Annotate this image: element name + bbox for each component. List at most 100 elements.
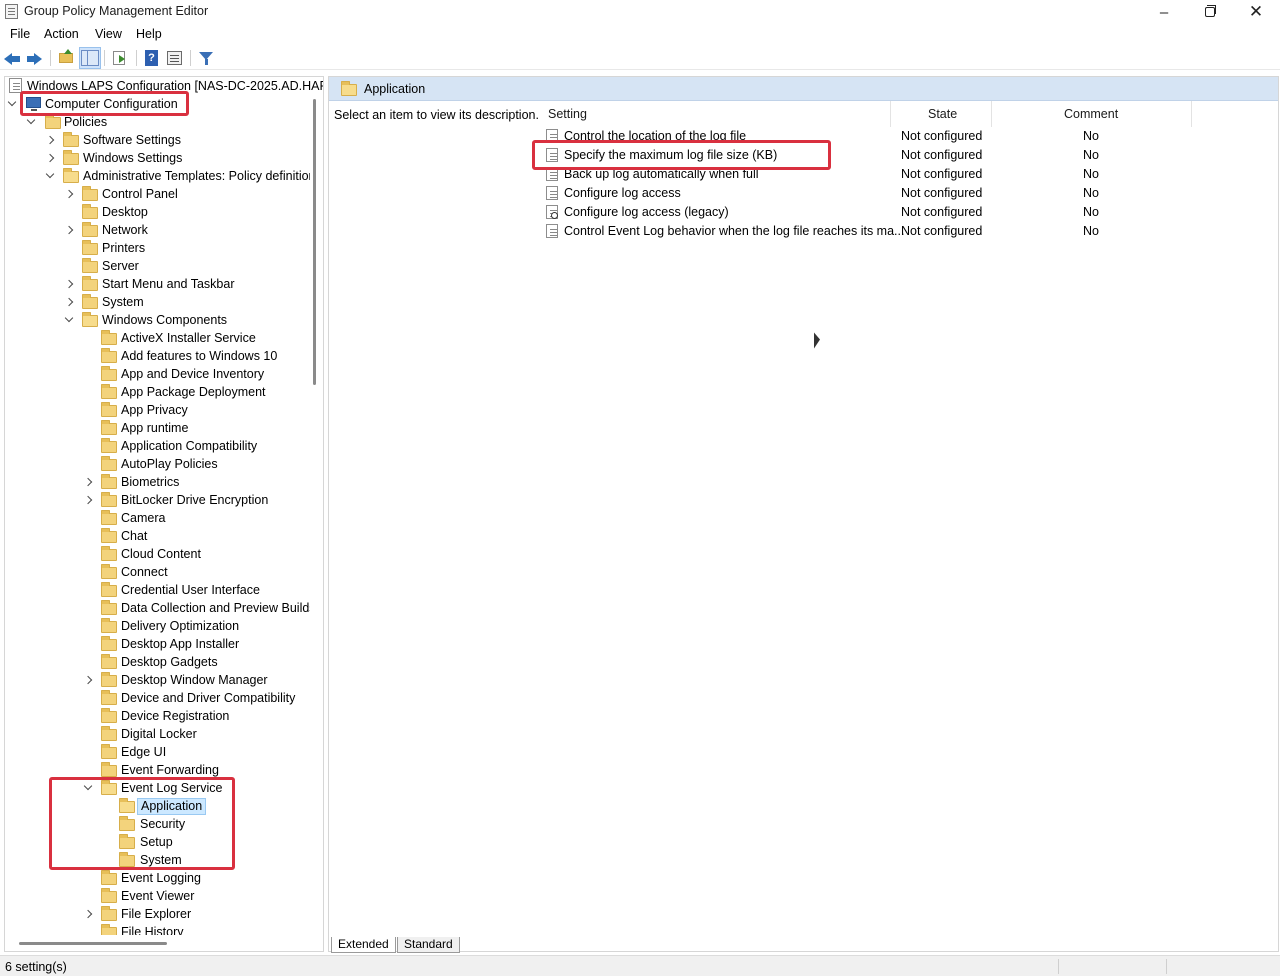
tree-item-app-privacy[interactable]: App Privacy — [5, 401, 305, 419]
properties-button[interactable] — [165, 48, 185, 68]
tree-item-app-and-device-inventory[interactable]: App and Device Inventory — [5, 365, 305, 383]
setting-row[interactable]: Configure log access Not configured No — [542, 184, 1242, 203]
tree-item-device-and-driver-compatibility[interactable]: Device and Driver Compatibility — [5, 689, 305, 707]
policy-setting-icon — [546, 148, 558, 162]
tree-item-desktop-window-manager[interactable]: Desktop Window Manager — [5, 671, 305, 689]
tree-item-event-logging[interactable]: Event Logging — [5, 869, 305, 887]
tree-item-windows-components[interactable]: Windows Components — [5, 311, 305, 329]
tree-item-server[interactable]: Server — [5, 257, 305, 275]
back-button[interactable] — [4, 48, 24, 68]
chevron-right-icon[interactable] — [64, 279, 74, 289]
tree-item-biometrics[interactable]: Biometrics — [5, 473, 305, 491]
setting-row[interactable]: Configure log access (legacy) Not config… — [542, 203, 1242, 222]
tree-item-edge-ui[interactable]: Edge UI — [5, 743, 305, 761]
chevron-right-icon[interactable] — [45, 153, 55, 163]
tree-item-software-settings[interactable]: Software Settings — [5, 131, 305, 149]
help-button[interactable]: ? — [142, 48, 162, 68]
folder-icon — [101, 384, 117, 399]
tree-item-add-features-to-windows-10[interactable]: Add features to Windows 10 — [5, 347, 305, 365]
tree-item-desktop-gadgets[interactable]: Desktop Gadgets — [5, 653, 305, 671]
tree-item-policies[interactable]: Policies — [5, 113, 305, 131]
tree-item-security[interactable]: Security — [5, 815, 305, 833]
tree-item-cloud-content[interactable]: Cloud Content — [5, 545, 305, 563]
tree-item-data-collection-and-preview-builds[interactable]: Data Collection and Preview Builds — [5, 599, 310, 617]
tree-item-credential-user-interface[interactable]: Credential User Interface — [5, 581, 305, 599]
chevron-right-icon[interactable] — [64, 189, 74, 199]
tree-item-app-runtime[interactable]: App runtime — [5, 419, 305, 437]
tree-vertical-scrollbar[interactable] — [313, 99, 316, 385]
tree-item-digital-locker[interactable]: Digital Locker — [5, 725, 305, 743]
folder-open-icon — [119, 798, 135, 813]
show-hide-tree-button[interactable] — [79, 47, 101, 69]
chevron-down-icon[interactable] — [64, 313, 74, 323]
chevron-right-icon[interactable] — [45, 135, 55, 145]
tree-item-system-log[interactable]: System — [5, 851, 305, 869]
chevron-right-icon[interactable] — [83, 675, 93, 685]
folder-open-icon — [82, 312, 98, 327]
minimize-button[interactable]: – — [1141, 0, 1187, 24]
column-header-setting[interactable]: Setting — [548, 107, 587, 121]
menu-file[interactable]: File — [10, 26, 30, 42]
tree-item-windows-settings[interactable]: Windows Settings — [5, 149, 305, 167]
tree-item-computer-configuration[interactable]: Computer Configuration — [5, 95, 305, 113]
tree-item-chat[interactable]: Chat — [5, 527, 305, 545]
filter-button[interactable] — [196, 48, 216, 68]
folder-icon — [101, 582, 117, 597]
up-folder-button[interactable] — [57, 48, 77, 68]
export-list-button[interactable] — [110, 48, 130, 68]
tree-item-application-compatibility[interactable]: Application Compatibility — [5, 437, 305, 455]
folder-icon — [101, 330, 117, 345]
column-header-state[interactable]: State — [928, 107, 957, 121]
forward-button[interactable] — [26, 48, 46, 68]
chevron-down-icon[interactable] — [26, 115, 36, 125]
console-tree[interactable]: Windows LAPS Configuration [NAS-DC-2025.… — [4, 76, 324, 952]
setting-row[interactable]: Control Event Log behavior when the log … — [542, 222, 1242, 241]
folder-icon — [101, 564, 117, 579]
tree-item-event-forwarding[interactable]: Event Forwarding — [5, 761, 305, 779]
tree-item-control-panel[interactable]: Control Panel — [5, 185, 305, 203]
folder-icon — [101, 366, 117, 381]
maximize-button[interactable] — [1187, 0, 1233, 24]
tree-item-activex-installer-service[interactable]: ActiveX Installer Service — [5, 329, 305, 347]
setting-row[interactable]: Specify the maximum log file size (KB) N… — [542, 146, 1242, 165]
tree-item-file-explorer[interactable]: File Explorer — [5, 905, 305, 923]
tree-item-delivery-optimization[interactable]: Delivery Optimization — [5, 617, 305, 635]
menu-view[interactable]: View — [95, 26, 122, 42]
chevron-down-icon[interactable] — [83, 781, 93, 791]
tree-item-camera[interactable]: Camera — [5, 509, 305, 527]
chevron-down-icon[interactable] — [7, 97, 17, 107]
setting-row[interactable]: Control the location of the log file Not… — [542, 127, 1242, 146]
tab-standard[interactable]: Standard — [397, 937, 460, 953]
tree-item-desktop-app-installer[interactable]: Desktop App Installer — [5, 635, 305, 653]
tree-item-app-package-deployment[interactable]: App Package Deployment — [5, 383, 305, 401]
tree-item-connect[interactable]: Connect — [5, 563, 305, 581]
tree-item-file-history[interactable]: File History — [5, 923, 305, 935]
tree-item-bitlocker-drive-encryption[interactable]: BitLocker Drive Encryption — [5, 491, 305, 509]
tree-item-application[interactable]: Application — [5, 797, 305, 815]
menu-action[interactable]: Action — [44, 26, 79, 42]
tree-item-setup[interactable]: Setup — [5, 833, 305, 851]
chevron-right-icon[interactable] — [64, 225, 74, 235]
tree-item-printers[interactable]: Printers — [5, 239, 305, 257]
tree-item-desktop[interactable]: Desktop — [5, 203, 305, 221]
tree-item-administrative-templates[interactable]: Administrative Templates: Policy definit… — [5, 167, 310, 185]
chevron-right-icon[interactable] — [83, 909, 93, 919]
menu-help[interactable]: Help — [136, 26, 162, 42]
tree-item-device-registration[interactable]: Device Registration — [5, 707, 305, 725]
column-header-comment[interactable]: Comment — [1064, 107, 1118, 121]
chevron-right-icon[interactable] — [64, 297, 74, 307]
tree-horizontal-scrollbar[interactable] — [19, 942, 167, 945]
close-button[interactable]: ✕ — [1233, 0, 1279, 24]
tree-item-event-log-service[interactable]: Event Log Service — [5, 779, 305, 797]
tree-item-network[interactable]: Network — [5, 221, 305, 239]
chevron-right-icon[interactable] — [83, 495, 93, 505]
chevron-right-icon[interactable] — [83, 477, 93, 487]
tab-extended[interactable]: Extended — [331, 937, 396, 953]
setting-row[interactable]: Back up log automatically when full Not … — [542, 165, 1242, 184]
tree-item-event-viewer[interactable]: Event Viewer — [5, 887, 305, 905]
chevron-down-icon[interactable] — [45, 169, 55, 179]
help-icon: ? — [145, 50, 158, 66]
tree-item-autoplay-policies[interactable]: AutoPlay Policies — [5, 455, 305, 473]
tree-item-system[interactable]: System — [5, 293, 305, 311]
tree-item-start-menu-and-taskbar[interactable]: Start Menu and Taskbar — [5, 275, 305, 293]
